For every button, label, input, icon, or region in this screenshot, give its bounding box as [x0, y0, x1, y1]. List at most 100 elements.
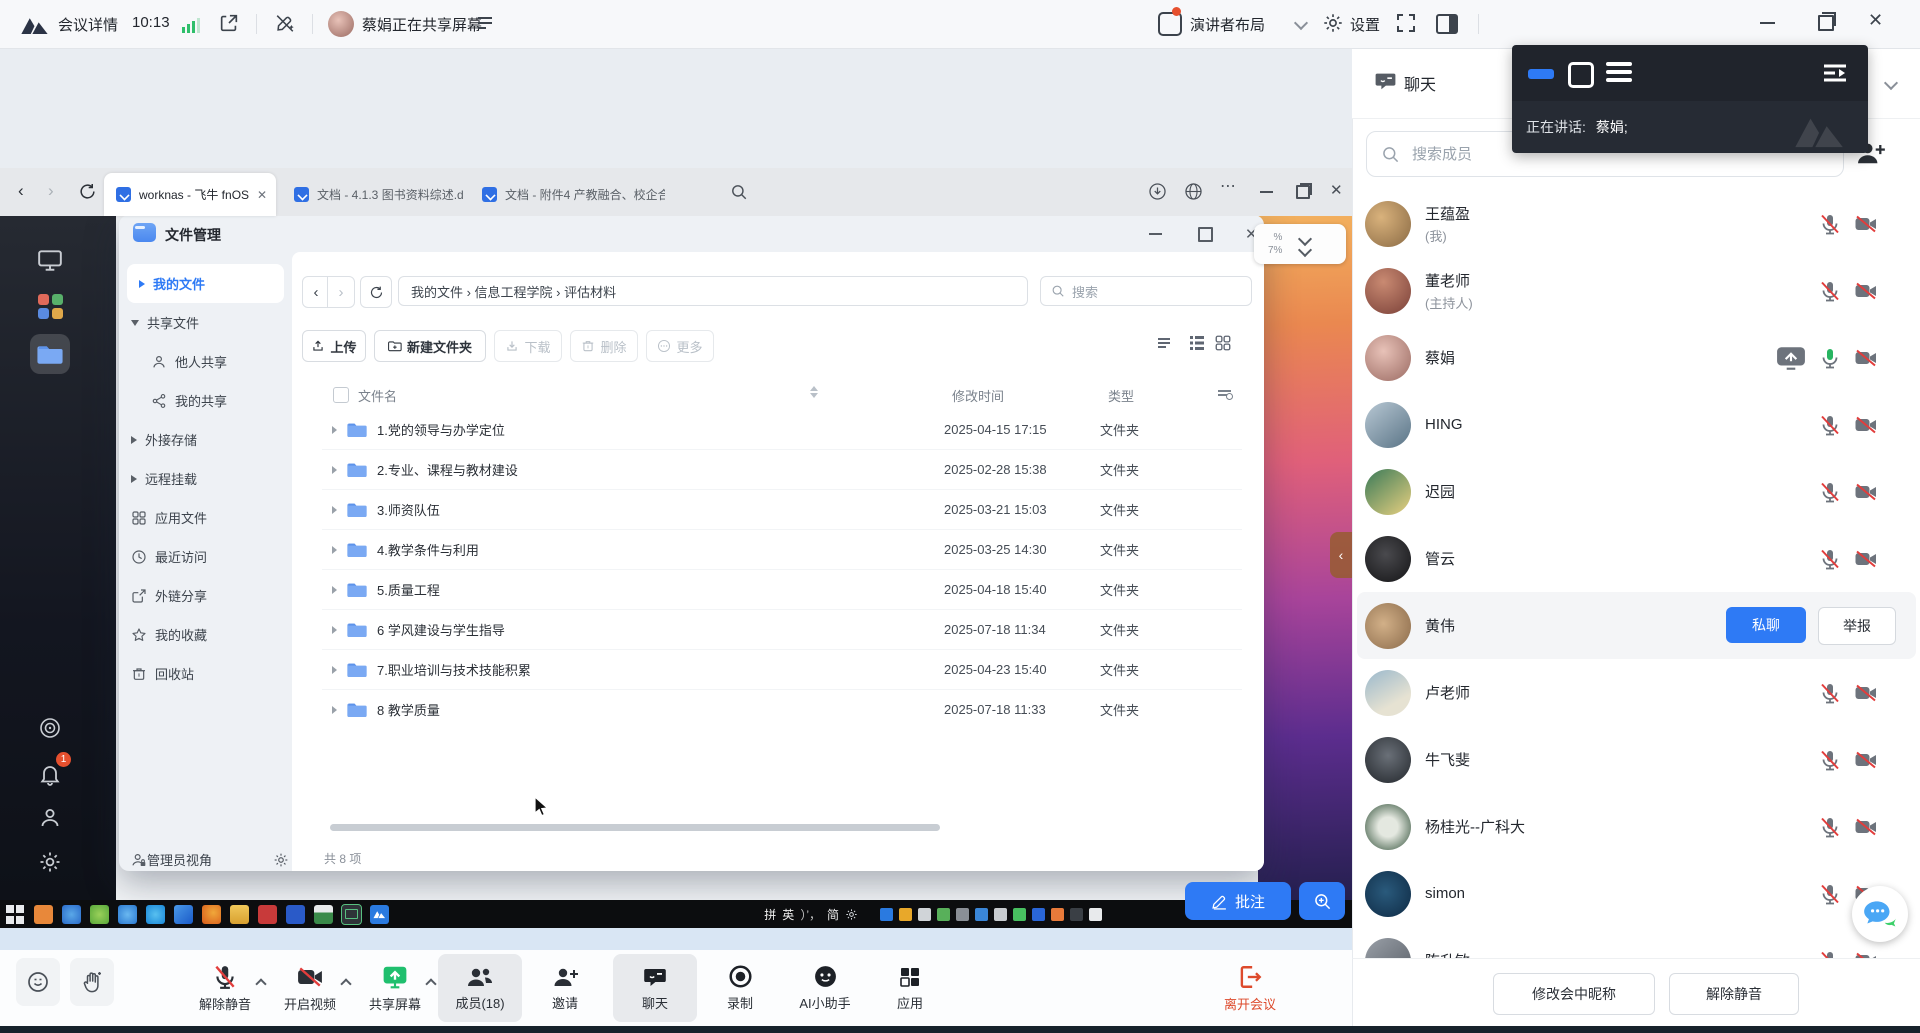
file-manager-title-bar[interactable]: 文件管理 ✕	[119, 216, 1264, 252]
taskbar-app-icon[interactable]	[230, 905, 249, 924]
ime-indicator[interactable]: 英	[782, 906, 794, 923]
toolbar-unmute-button[interactable]: 解除静音	[183, 954, 267, 1022]
tab-close-icon[interactable]: ✕	[257, 188, 267, 202]
fm-back-button[interactable]: ‹	[302, 276, 330, 308]
more-button[interactable]: 更多	[646, 330, 714, 362]
tray-icon[interactable]	[994, 908, 1007, 921]
browser-globe-icon[interactable]	[1184, 182, 1203, 201]
mic-muted-icon[interactable]	[1818, 480, 1842, 504]
ime-indicator[interactable]: 拼	[764, 906, 776, 923]
meeting-detail-link[interactable]: 会议详情	[58, 14, 118, 35]
browser-tab-2[interactable]: 文档 - 4.1.3 图书资料综述.docx	[282, 173, 464, 216]
sidebar-item-shared-files[interactable]: 共享文件	[119, 303, 292, 342]
mic-muted-icon[interactable]	[1818, 547, 1842, 571]
file-row[interactable]: 7.职业培训与技术技能积累2025-04-23 15:40文件夹	[322, 650, 1242, 690]
tray-icon[interactable]	[956, 908, 969, 921]
ime-settings-icon[interactable]	[845, 908, 858, 921]
taskbar-app-icon[interactable]	[258, 905, 277, 924]
mic-muted-icon[interactable]	[1818, 212, 1842, 236]
browser-restore-button[interactable]	[1296, 185, 1310, 199]
taskbar-app-icon[interactable]	[90, 905, 109, 924]
dock-settings-icon[interactable]	[30, 842, 70, 882]
toolbar-members-button[interactable]: 成员(18)	[438, 954, 522, 1022]
fm-refresh-button[interactable]	[360, 276, 392, 308]
column-name[interactable]: 文件名	[358, 386, 397, 405]
chevron-up-icon[interactable]	[340, 978, 351, 989]
sidebar-item-my-files[interactable]: 我的文件	[127, 264, 284, 303]
member-row-hovered[interactable]: 黄伟 私聊 举报	[1357, 592, 1916, 659]
member-row[interactable]: 管云	[1353, 525, 1920, 592]
fm-forward-button[interactable]: ›	[327, 276, 355, 308]
dock-files-icon-active[interactable]	[30, 334, 70, 374]
list-view-icon[interactable]	[1188, 334, 1206, 352]
mic-muted-icon[interactable]	[1818, 748, 1842, 772]
annotation-disabled-icon[interactable]	[274, 12, 296, 34]
member-row[interactable]: 迟园	[1353, 458, 1920, 525]
camera-off-icon[interactable]	[1854, 212, 1878, 236]
toolbar-share-screen-button[interactable]: 共享屏幕	[353, 954, 437, 1022]
taskbar-app-icon[interactable]	[62, 905, 81, 924]
taskbar-app-icon[interactable]	[118, 905, 137, 924]
browser-reload-button[interactable]	[78, 182, 97, 201]
mic-active-icon[interactable]	[1818, 346, 1842, 370]
admin-view-row[interactable]: 管理员视角	[119, 848, 304, 871]
member-row[interactable]: 蔡娟	[1353, 324, 1920, 391]
taskbar-meeting-icon[interactable]	[370, 905, 389, 924]
camera-off-icon[interactable]	[1854, 547, 1878, 571]
dock-assistant-icon[interactable]	[30, 708, 70, 748]
horizontal-scrollbar[interactable]	[330, 824, 940, 831]
tray-icon[interactable]	[975, 908, 988, 921]
camera-off-icon[interactable]	[1854, 681, 1878, 705]
panel-unmute-button[interactable]: 解除静音	[1669, 973, 1799, 1015]
window-maximize-button[interactable]	[1197, 225, 1213, 241]
member-row[interactable]: simon	[1353, 860, 1920, 927]
settings-button[interactable]: 设置	[1350, 14, 1380, 35]
file-row[interactable]: 3.师资队伍2025-03-21 15:03文件夹	[322, 490, 1242, 530]
overlay-window-icon[interactable]	[1568, 62, 1594, 88]
taskbar-app-icon[interactable]	[202, 905, 221, 924]
dock-app-grid-icon[interactable]	[30, 286, 70, 326]
mic-muted-icon[interactable]	[1818, 279, 1842, 303]
sidebar-item-remote-mount[interactable]: 远程挂载	[119, 459, 292, 498]
chevron-down-icon[interactable]	[1294, 16, 1308, 30]
camera-off-icon[interactable]	[1854, 748, 1878, 772]
camera-off-icon[interactable]	[1854, 480, 1878, 504]
member-row[interactable]: HING	[1353, 391, 1920, 458]
magnifier-button[interactable]	[1299, 882, 1345, 920]
chevron-up-icon[interactable]	[255, 978, 266, 989]
sidebar-item-external-links[interactable]: 外链分享	[119, 576, 292, 615]
new-folder-button[interactable]: 新建文件夹	[374, 330, 486, 362]
column-modified[interactable]: 修改时间	[952, 386, 1004, 405]
member-row[interactable]: 杨桂光--广科大	[1353, 793, 1920, 860]
raise-hand-button[interactable]	[70, 958, 114, 1006]
toolbar-chat-button[interactable]: 聊天	[613, 954, 697, 1022]
minimize-button[interactable]	[1760, 22, 1775, 24]
fm-search-input[interactable]: 搜索	[1040, 276, 1252, 306]
leave-meeting-button[interactable]: 离开会议	[1200, 954, 1300, 1022]
member-row-partial[interactable]: 陈升敏	[1353, 927, 1920, 958]
share-window-icon[interactable]	[218, 12, 240, 34]
browser-back-button[interactable]: ‹	[18, 181, 24, 201]
mic-muted-icon[interactable]	[1818, 413, 1842, 437]
dock-user-icon[interactable]	[30, 798, 70, 838]
panel-collapse-chevron-icon[interactable]	[1884, 76, 1898, 90]
camera-off-icon[interactable]	[1854, 815, 1878, 839]
toolbar-ai-assistant-button[interactable]: AI小助手	[783, 954, 867, 1022]
ime-punct-icon[interactable]: ）’，	[800, 906, 821, 923]
dock-monitor-icon[interactable]	[30, 240, 70, 280]
tray-icon[interactable]	[1013, 908, 1026, 921]
file-row[interactable]: 1.党的领导与办学定位2025-04-15 17:15文件夹	[322, 410, 1242, 450]
taskbar-app-icon[interactable]	[314, 905, 333, 924]
browser-minimize-button[interactable]	[1260, 191, 1273, 193]
camera-off-icon[interactable]	[1854, 346, 1878, 370]
mic-muted-icon[interactable]	[1818, 949, 1842, 959]
camera-off-icon[interactable]	[1854, 279, 1878, 303]
collapse-chevrons-icon[interactable]	[1300, 234, 1310, 255]
emoji-reaction-button[interactable]	[16, 958, 60, 1006]
member-row[interactable]: 卢老师	[1353, 659, 1920, 726]
breadcrumb[interactable]: 我的文件 › 信息工程学院 › 评估材料	[398, 276, 1028, 306]
taskbar-app-icon[interactable]	[146, 905, 165, 924]
panel-title[interactable]: 聊天	[1404, 71, 1436, 95]
member-row[interactable]: 牛飞斐	[1353, 726, 1920, 793]
sidebar-item-shared-by-others[interactable]: 他人共享	[119, 342, 292, 381]
